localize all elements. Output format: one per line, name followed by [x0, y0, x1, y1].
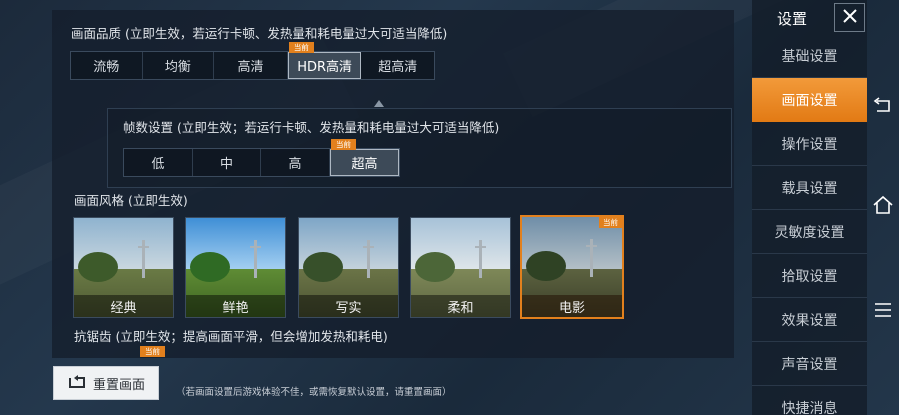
card-tree — [78, 252, 118, 282]
quality-option-ultra[interactable]: 超高清 — [361, 52, 434, 79]
quality-option-hdr-label: HDR高清 — [297, 60, 353, 75]
fps-option-ultra-label: 超高 — [351, 157, 378, 172]
style-card-cinematic[interactable]: 当前 电影 — [520, 215, 624, 319]
card-tower-beam — [363, 246, 374, 248]
fps-settings-box: 帧数设置 (立即生效；若运行卡顿、发热量和耗电量过大可适当降低) 低 中 高 当… — [107, 108, 732, 188]
style-card-label: 柔和 — [411, 295, 510, 317]
fps-option-medium[interactable]: 中 — [193, 149, 261, 176]
sidebar-item-pickup[interactable]: 拾取设置 — [752, 254, 867, 298]
quality-option-balanced[interactable]: 均衡 — [143, 52, 215, 79]
style-card-vivid[interactable]: 鲜艳 — [185, 217, 286, 318]
pointer-triangle — [374, 100, 384, 107]
sidebar-item-vehicle[interactable]: 载具设置 — [752, 166, 867, 210]
settings-sidebar: 设置 基础设置 画面设置 操作设置 载具设置 灵敏度设置 拾取设置 效果设置 声… — [752, 0, 867, 415]
style-card-realistic[interactable]: 写实 — [298, 217, 399, 318]
quality-option-hdr[interactable]: 当前 HDR高清 — [287, 42, 362, 79]
sidebar-item-quick-message[interactable]: 快捷消息 — [752, 386, 867, 415]
close-button[interactable] — [834, 3, 865, 32]
current-tag: 当前 — [599, 217, 622, 228]
fps-option-ultra[interactable]: 当前 超高 — [330, 139, 399, 176]
menu-button[interactable] — [871, 300, 895, 324]
card-tower-beam — [475, 246, 486, 248]
sidebar-item-sensitivity[interactable]: 灵敏度设置 — [752, 210, 867, 254]
reset-graphics-button[interactable]: 重置画面 — [53, 366, 159, 400]
quality-segmented-control: 流畅 均衡 高清 当前 HDR高清 超高清 — [70, 42, 435, 80]
sidebar-item-basic[interactable]: 基础设置 — [752, 34, 867, 78]
sidebar-title: 设置 — [777, 10, 808, 28]
back-icon — [873, 97, 893, 119]
home-button[interactable] — [871, 195, 895, 219]
quality-option-hd[interactable]: 高清 — [214, 52, 288, 79]
home-icon — [872, 195, 894, 219]
card-tree — [526, 251, 566, 281]
back-button[interactable] — [871, 96, 895, 120]
reset-icon — [67, 373, 87, 393]
reset-button-label: 重置画面 — [92, 377, 145, 393]
graphics-settings-panel: 画面品质 (立即生效，若运行卡顿、发热量和耗电量过大可适当降低) 流畅 均衡 高… — [52, 10, 734, 358]
fps-segmented-control: 低 中 高 当前 超高 — [123, 139, 400, 177]
style-title: 画面风格 (立即生效) — [74, 193, 188, 208]
style-card-label: 电影 — [522, 295, 622, 317]
sidebar-item-audio[interactable]: 声音设置 — [752, 342, 867, 386]
card-tree — [415, 252, 455, 282]
sidebar-item-graphics[interactable]: 画面设置 — [752, 78, 867, 122]
card-tree — [190, 252, 230, 282]
current-tag: 当前 — [331, 139, 356, 150]
fps-option-low[interactable]: 低 — [124, 149, 193, 176]
system-navigation — [867, 0, 899, 415]
quality-title: 画面品质 (立即生效，若运行卡顿、发热量和耗电量过大可适当降低) — [71, 26, 448, 41]
sidebar-header: 设置 — [752, 0, 867, 34]
fps-title: 帧数设置 (立即生效；若运行卡顿、发热量和耗电量过大可适当降低) — [123, 120, 500, 135]
current-tag: 当前 — [140, 346, 165, 357]
card-tower-beam — [138, 246, 149, 248]
card-tower-beam — [250, 246, 261, 248]
menu-icon — [873, 301, 893, 323]
close-icon — [842, 8, 858, 28]
style-card-soft[interactable]: 柔和 — [410, 217, 511, 318]
style-card-label: 写实 — [299, 295, 398, 317]
style-card-label: 鲜艳 — [186, 295, 285, 317]
sidebar-item-controls[interactable]: 操作设置 — [752, 122, 867, 166]
style-card-classic[interactable]: 经典 — [73, 217, 174, 318]
fps-option-high[interactable]: 高 — [261, 149, 330, 176]
sidebar-item-effects[interactable]: 效果设置 — [752, 298, 867, 342]
card-tree — [303, 252, 343, 282]
reset-note: （若画面设置后游戏体验不佳，或需恢复默认设置，请重置画面） — [176, 387, 452, 398]
card-tower-beam — [586, 245, 597, 247]
antialias-title: 抗锯齿 (立即生效；提高画面平滑，但会增加发热和耗电) — [74, 329, 388, 344]
quality-option-smooth[interactable]: 流畅 — [71, 52, 143, 79]
style-card-label: 经典 — [74, 295, 173, 317]
current-tag: 当前 — [288, 42, 314, 53]
